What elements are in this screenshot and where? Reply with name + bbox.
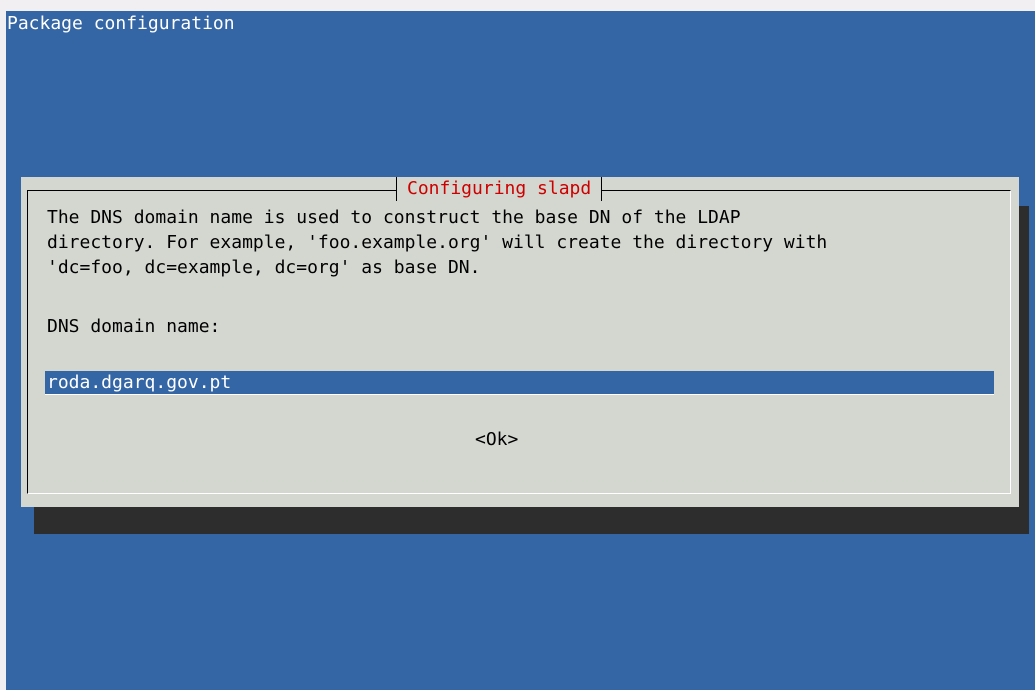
dns-domain-label: DNS domain name: (47, 316, 221, 337)
dns-domain-input[interactable] (45, 371, 994, 395)
prompt-line: directory. For example, 'foo.example.org… (47, 232, 828, 253)
dialog-title: Configuring slapd (396, 177, 603, 201)
ok-button[interactable]: <Ok> (475, 428, 518, 452)
backtitle: Package configuration (7, 13, 235, 34)
config-dialog: Configuring slapd The DNS domain name is… (21, 177, 1019, 507)
prompt-line: The DNS domain name is used to construct… (47, 207, 741, 228)
prompt-line: 'dc=foo, dc=example, dc=org' as base DN. (47, 257, 481, 278)
dialog-prompt: The DNS domain name is used to construct… (47, 205, 827, 280)
